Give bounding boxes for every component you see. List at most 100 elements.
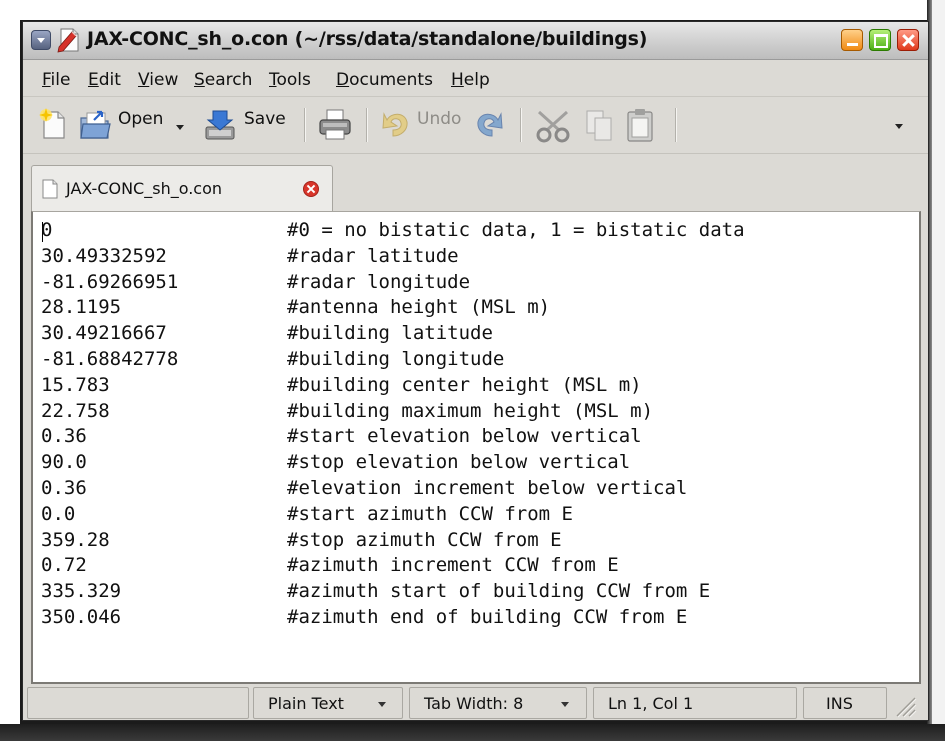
line-value: 0.0 [41,502,76,525]
title-bar[interactable]: JAX-CONC_sh_o.con (~/rss/data/standalone… [23,22,928,60]
editor-line: 22.758 #building maximum height (MSL m) [41,399,911,425]
copy-icon[interactable] [582,106,616,144]
line-comment: #building longitude [287,347,505,370]
desktop-background [0,724,945,741]
line-comment: #0 = no bistatic data, 1 = bistatic data [287,219,745,241]
gedit-window: JAX-CONC_sh_o.con (~/rss/data/standalone… [22,21,929,721]
editor-line: 90.0 #stop elevation below vertical [41,450,911,476]
paste-icon[interactable] [623,106,657,144]
line-comment: #elevation increment below vertical [287,476,688,499]
language-selector[interactable]: Plain Text [253,687,403,719]
menu-bar: File Edit View Search Tools Documents He… [23,61,928,97]
resize-grip-icon[interactable] [891,694,917,718]
status-message-area [27,687,249,719]
editor-line: 30.49332592 #radar latitude [41,244,911,270]
cut-icon[interactable] [533,106,573,144]
toolbar: Open Save Undo [23,98,928,154]
menu-edit[interactable]: Edit [88,70,121,90]
line-value: 0.36 [41,425,87,448]
document-icon [42,179,58,199]
editor-line: 335.329 #azimuth start of building CCW fr… [41,579,911,605]
line-comment: #azimuth start of building CCW from E [287,580,711,603]
line-value: 22.758 [41,399,110,422]
window-title: JAX-CONC_sh_o.con (~/rss/data/standalone… [87,28,648,50]
line-value: 350.046 [41,605,122,628]
menu-view[interactable]: View [138,70,178,90]
editor-line: 0.36 #start elevation below vertical [41,424,911,450]
insert-mode: INS [803,687,887,719]
editor-line: 15.783 #building center height (MSL m) [41,373,911,399]
tab-width-selector[interactable]: Tab Width: 8 [409,687,587,719]
close-window-button[interactable] [897,29,919,51]
chevron-down-icon [378,702,386,707]
line-comment: #start elevation below vertical [287,425,642,448]
line-comment: #radar longitude [287,270,471,293]
editor-line: -81.68842778 #building longitude [41,347,911,373]
editor-line: 28.1195 #antenna height (MSL m) [41,295,911,321]
line-comment: #start azimuth CCW from E [287,502,573,525]
undo-icon[interactable] [379,106,413,144]
line-value: -81.69266951 [41,270,179,293]
menu-documents[interactable]: Documents [336,70,433,90]
open-folder-icon[interactable] [78,106,112,144]
editor-lines: 0 #0 = no bistatic data, 1 = bistatic dat… [41,218,911,631]
line-value: 0.72 [41,554,87,577]
undo-button[interactable]: Undo [417,109,461,129]
insert-mode-label: INS [826,694,853,713]
menu-file[interactable]: File [42,70,70,90]
line-value: 30.49216667 [41,322,167,345]
close-tab-icon[interactable] [303,181,319,197]
cursor-position-label: Ln 1, Col 1 [608,694,694,713]
line-value: 0.36 [41,476,87,499]
line-comment: #building maximum height (MSL m) [287,399,654,422]
line-comment: #building latitude [287,322,493,345]
line-comment: #radar latitude [287,244,459,267]
desktop-background [932,0,945,741]
redo-icon[interactable] [472,106,506,144]
toolbar-separator [520,108,522,142]
line-comment: #azimuth end of building CCW from E [287,605,688,628]
minimize-button[interactable] [841,29,863,51]
language-label: Plain Text [268,694,344,713]
editor-line: 0 #0 = no bistatic data, 1 = bistatic dat… [41,218,911,244]
line-comment: #azimuth increment CCW from E [287,554,619,577]
print-icon[interactable] [317,106,353,144]
menu-help[interactable]: Help [451,70,490,90]
window-menu-icon[interactable] [31,30,51,50]
line-value: 15.783 [41,373,110,396]
editor-line: 0.72 #azimuth increment CCW from E [41,553,911,579]
tab-document[interactable]: JAX-CONC_sh_o.con [31,165,333,211]
line-value: 28.1195 [41,296,122,319]
line-comment: #antenna height (MSL m) [287,296,551,319]
open-recent-dropdown-icon[interactable] [176,125,184,130]
save-button[interactable]: Save [244,109,286,129]
status-bar: Plain Text Tab Width: 8 Ln 1, Col 1 INS [23,686,928,720]
editor-line: 0.36 #elevation increment below vertical [41,476,911,502]
toolbar-overflow-icon[interactable] [895,124,903,129]
open-button[interactable]: Open [118,109,163,129]
editor-line: -81.69266951 #radar longitude [41,270,911,296]
line-value: 0 [41,219,53,241]
new-document-icon[interactable] [36,106,70,144]
line-value: 30.49332592 [41,244,167,267]
document-tabs: JAX-CONC_sh_o.con [23,155,928,211]
menu-search[interactable]: Search [194,70,252,90]
chevron-down-icon [561,702,569,707]
toolbar-separator [675,108,677,142]
desktop-background [0,0,20,741]
line-value: 90.0 [41,451,87,474]
menu-tools[interactable]: Tools [269,70,311,90]
editor-line: 30.49216667 #building latitude [41,321,911,347]
line-comment: #stop elevation below vertical [287,451,631,474]
editor-line: 350.046 #azimuth end of building CCW from… [41,605,911,631]
text-editor[interactable]: 0 #0 = no bistatic data, 1 = bistatic dat… [31,211,921,684]
line-comment: #building center height (MSL m) [287,373,642,396]
toolbar-separator [366,108,368,142]
editor-line: 359.28 #stop azimuth CCW from E [41,528,911,554]
maximize-button[interactable] [869,29,891,51]
desktop-background [0,0,945,20]
tab-label: JAX-CONC_sh_o.con [66,179,223,198]
editor-line: 0.0 #start azimuth CCW from E [41,502,911,528]
line-value: 335.329 [41,580,122,603]
save-icon[interactable] [203,106,237,144]
